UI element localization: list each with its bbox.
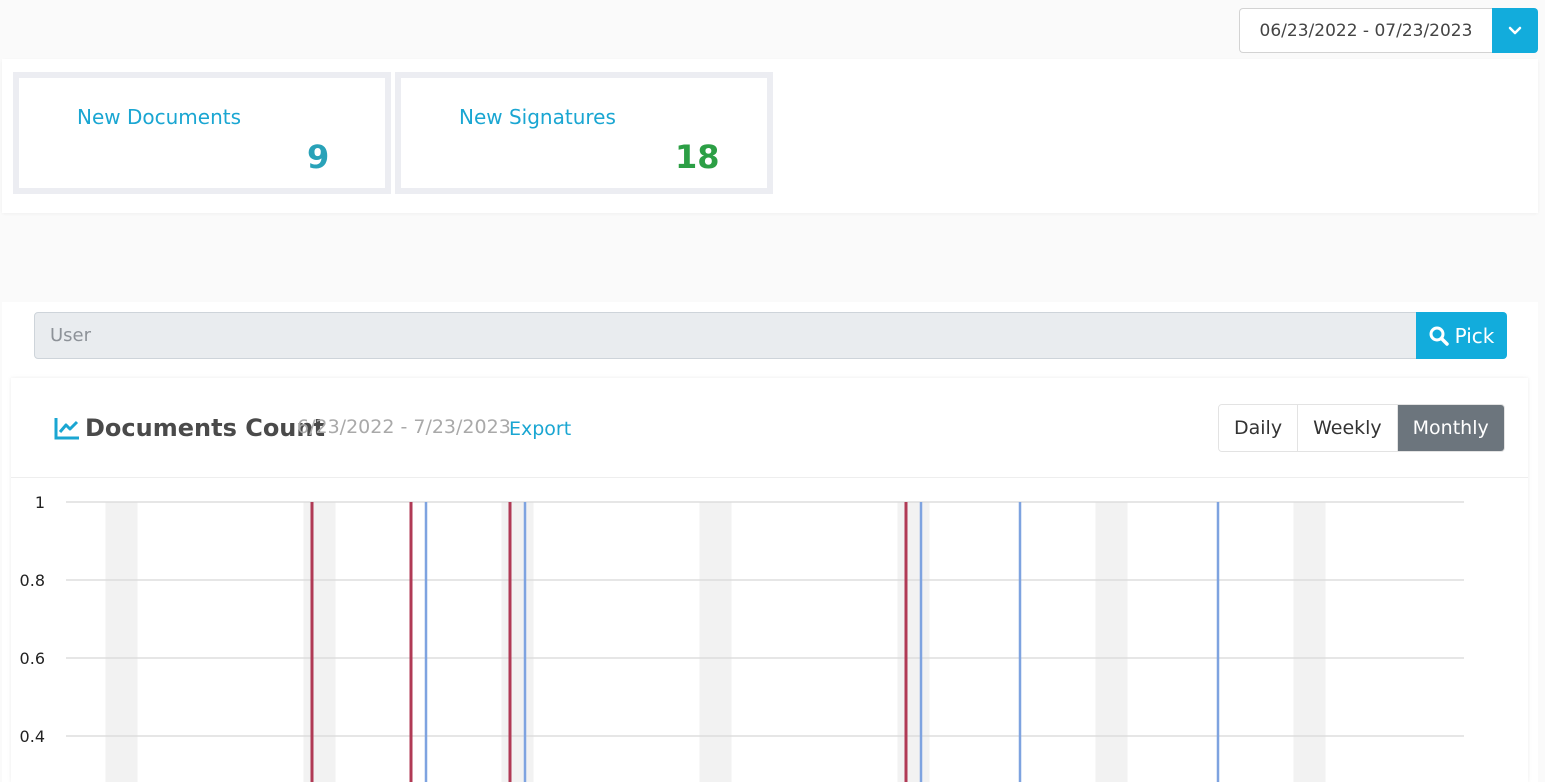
user-input[interactable]: User [34, 312, 1417, 359]
chart-panel: User Pick Documents Count 6/23/2022 - 7/… [2, 302, 1538, 782]
date-range-input[interactable]: 06/23/2022 - 07/23/2023 [1239, 8, 1492, 53]
y-tick-label: 0.6 [20, 649, 45, 668]
y-tick-label: 0.8 [20, 571, 45, 590]
shaded-band [1095, 502, 1128, 782]
chevron-down-icon [1508, 26, 1522, 34]
y-tick-label: 0.4 [20, 727, 45, 746]
date-range-picker[interactable]: 06/23/2022 - 07/23/2023 [1239, 8, 1538, 53]
stat-title: New Signatures [459, 105, 616, 129]
shaded-band [1293, 502, 1326, 782]
search-icon [1429, 326, 1449, 346]
y-tick-label: 1 [35, 493, 45, 512]
chart-card: Documents Count 6/23/2022 - 7/23/2023 Ex… [11, 378, 1528, 782]
shaded-band [303, 502, 336, 782]
stats-panel: New Documents 9 New Signatures 18 [2, 59, 1538, 213]
shaded-band [105, 502, 138, 782]
new-documents-card: New Documents 9 [13, 72, 391, 194]
date-range-dropdown-button[interactable] [1492, 8, 1538, 53]
shaded-band [501, 502, 534, 782]
pick-user-button[interactable]: Pick [1416, 312, 1507, 359]
stat-value: 18 [675, 138, 720, 176]
shaded-band [699, 502, 732, 782]
new-signatures-card: New Signatures 18 [395, 72, 773, 194]
pick-button-label: Pick [1454, 323, 1495, 348]
documents-count-chart: 1 0.8 0.6 0.4 [20, 493, 1464, 782]
stat-value: 9 [307, 138, 330, 176]
shaded-band [897, 502, 930, 782]
stat-title: New Documents [77, 105, 242, 129]
